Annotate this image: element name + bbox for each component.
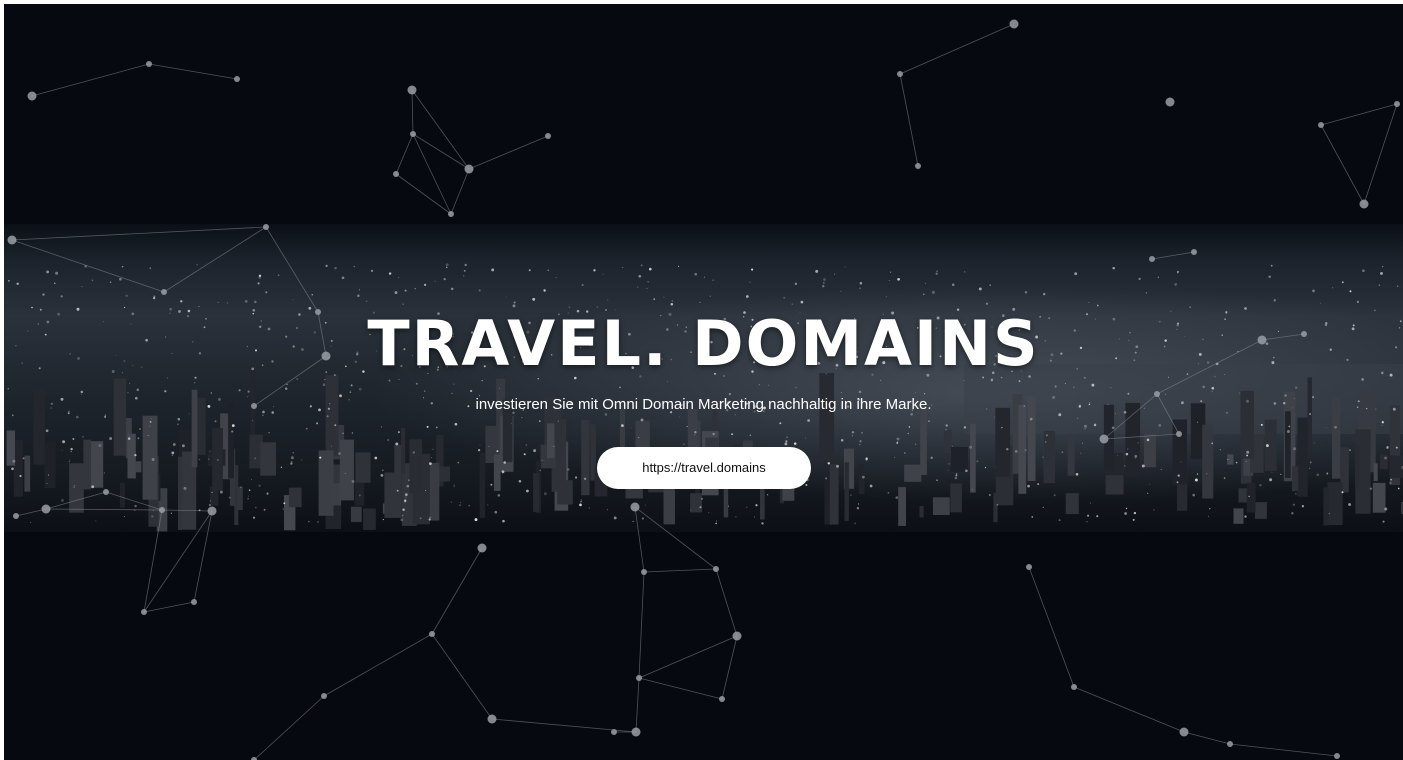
network-line: [143, 601, 195, 613]
network-line: [411, 89, 470, 170]
network-line: [15, 508, 47, 517]
network-line: [11, 226, 267, 241]
network-node: [410, 131, 416, 137]
network-node: [897, 71, 903, 77]
network-line: [468, 135, 549, 170]
network-node: [636, 675, 642, 681]
network-line: [634, 506, 717, 570]
network-node: [191, 599, 197, 605]
network-node: [429, 631, 435, 637]
network-line: [411, 89, 414, 135]
network-line: [721, 635, 738, 700]
network-node: [611, 729, 617, 735]
network-line: [395, 133, 414, 175]
network-node: [732, 631, 742, 641]
network-node: [7, 235, 17, 245]
network-node: [1009, 19, 1019, 29]
network-line: [1229, 743, 1338, 757]
network-node: [146, 61, 152, 67]
network-node: [631, 727, 641, 737]
network-line: [638, 677, 723, 700]
network-node: [1227, 741, 1233, 747]
network-line: [1028, 566, 1075, 688]
network-node: [477, 543, 487, 553]
network-node: [545, 133, 551, 139]
network-line: [638, 635, 738, 679]
network-node: [159, 507, 165, 513]
network-node: [1165, 97, 1175, 107]
page-subtitle: investieren Sie mit Omni Domain Marketin…: [475, 396, 932, 413]
network-line: [1103, 433, 1180, 440]
network-line: [715, 568, 738, 637]
network-node: [713, 566, 719, 572]
network-node: [464, 164, 474, 174]
network-node: [407, 85, 417, 95]
network-node: [1026, 564, 1032, 570]
network-line: [1320, 124, 1365, 205]
network-lines-decoration: [7, 19, 1400, 760]
network-node: [1149, 256, 1155, 262]
network-line: [643, 568, 717, 573]
network-node: [1334, 753, 1340, 759]
network-line: [105, 491, 163, 511]
network-node: [234, 76, 240, 82]
network-node: [641, 569, 647, 575]
network-node: [1176, 431, 1182, 437]
network-line: [45, 508, 163, 511]
network-node: [27, 91, 37, 101]
page-title: TRAVEL. DOMAINS: [367, 307, 1040, 380]
network-line: [1073, 686, 1185, 733]
network-node: [207, 506, 217, 516]
network-line: [634, 506, 645, 573]
network-line: [1363, 103, 1398, 205]
network-node: [1099, 434, 1109, 444]
network-node: [141, 609, 147, 615]
network-line: [899, 23, 1015, 75]
network-line: [638, 571, 645, 679]
network-node: [41, 504, 51, 514]
network-node: [393, 171, 399, 177]
network-line: [635, 677, 640, 733]
network-line: [899, 73, 919, 167]
domain-link-button[interactable]: https://travel.domains: [597, 447, 811, 489]
network-line: [45, 491, 107, 510]
network-line: [1320, 103, 1398, 126]
network-node: [487, 714, 497, 724]
network-node: [719, 696, 725, 702]
network-node: [13, 513, 19, 519]
network-line: [11, 239, 165, 293]
network-node: [1071, 684, 1077, 690]
network-line: [143, 509, 163, 613]
network-node: [630, 502, 640, 512]
hero-section: TRAVEL. DOMAINS investieren Sie mit Omni…: [4, 4, 1403, 760]
network-node: [915, 163, 921, 169]
network-line: [31, 63, 150, 97]
network-line: [265, 226, 319, 313]
network-line: [148, 63, 238, 80]
network-line: [253, 695, 325, 760]
network-node: [263, 224, 269, 230]
network-line: [163, 226, 267, 293]
network-node: [1394, 101, 1400, 107]
network-line: [450, 168, 470, 215]
network-node: [321, 693, 327, 699]
network-line: [161, 509, 213, 512]
network-node: [1318, 122, 1324, 128]
network-line: [323, 633, 433, 697]
network-node: [161, 289, 167, 295]
network-line: [1151, 251, 1195, 260]
network-node: [448, 211, 454, 217]
network-node: [1179, 727, 1189, 737]
network-node: [103, 489, 109, 495]
network-line: [395, 173, 452, 215]
network-line: [431, 633, 493, 720]
network-node: [1191, 249, 1197, 255]
network-line: [431, 547, 483, 635]
network-node: [1359, 199, 1369, 209]
network-line: [1183, 731, 1231, 745]
